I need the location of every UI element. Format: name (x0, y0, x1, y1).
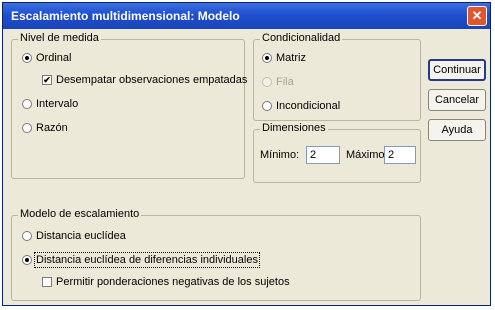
checkbox-desempatar-label: Desempatar observaciones empatadas (56, 74, 248, 86)
check-icon[interactable]: ✔ (42, 75, 52, 86)
modelo-de-escalamiento-legend: Modelo de escalamiento (18, 208, 142, 220)
radio-matriz-label: Matriz (276, 52, 306, 64)
radio-fila-indicator (262, 77, 272, 88)
condicionalidad-legend: Condicionalidad (260, 32, 343, 44)
radio-intervalo-label: Intervalo (36, 98, 79, 110)
maximo-label: Máximo: (346, 149, 388, 161)
radio-intervalo[interactable]: Intervalo (22, 98, 78, 110)
radio-incondicional[interactable]: Incondicional (262, 100, 340, 112)
checkbox-ponderaciones-negativas[interactable]: Permitir ponderaciones negativas de los … (42, 276, 290, 288)
radio-fila-label: Fila (276, 76, 294, 88)
ayuda-button[interactable]: Ayuda (428, 119, 486, 141)
radio-matriz[interactable]: Matriz (262, 52, 306, 64)
nivel-de-medida-legend: Nivel de medida (18, 32, 101, 44)
continuar-button[interactable]: Continuar (428, 59, 486, 81)
dimensiones-legend: Dimensiones (260, 122, 328, 134)
checkbox-ponderaciones-label: Permitir ponderaciones negativas de los … (56, 276, 290, 288)
radio-diferencias-indicator[interactable] (22, 255, 32, 266)
checkbox-ponderaciones-box[interactable] (42, 277, 52, 288)
radio-intervalo-indicator[interactable] (22, 99, 32, 110)
maximo-input[interactable]: 2 (384, 146, 416, 164)
radio-distancia-diferencias-individuales[interactable]: Distancia euclídea de diferencias indivi… (22, 252, 260, 268)
cancelar-button[interactable]: Cancelar (428, 89, 486, 111)
nivel-de-medida-group: Nivel de medida Ordinal ✔ Desempatar obse… (11, 32, 247, 179)
checkbox-desempatar[interactable]: ✔ Desempatar observaciones empatadas (42, 74, 247, 86)
dialog-window: Escalamiento multidimensional: Modelo ✕ … (2, 2, 491, 306)
radio-incondicional-indicator[interactable] (262, 101, 272, 112)
radio-distancia-euclidea[interactable]: Distancia euclídea (22, 230, 126, 242)
window-title: Escalamiento multidimensional: Modelo (11, 9, 240, 23)
radio-incondicional-label: Incondicional (276, 100, 341, 112)
radio-razon-label: Razón (36, 122, 68, 134)
minimo-input[interactable]: 2 (306, 146, 340, 164)
radio-ordinal-label: Ordinal (36, 52, 72, 64)
minimo-label: Mínimo: (260, 149, 300, 161)
radio-ordinal-indicator[interactable] (22, 53, 32, 64)
dimensiones-group: Dimensiones Mínimo: 2 Máximo: 2 (253, 122, 421, 183)
radio-ordinal[interactable]: Ordinal (22, 52, 71, 64)
radio-razon-indicator[interactable] (22, 123, 32, 134)
radio-razon[interactable]: Razón (22, 122, 68, 134)
radio-matriz-indicator[interactable] (262, 53, 272, 64)
radio-fila: Fila (262, 76, 294, 88)
modelo-de-escalamiento-group: Modelo de escalamiento Distancia euclíde… (11, 208, 421, 301)
radio-distancia-euclidea-label: Distancia euclídea (36, 230, 126, 242)
title-bar[interactable]: Escalamiento multidimensional: Modelo ✕ (3, 3, 490, 29)
radio-distancia-euclidea-indicator[interactable] (22, 231, 32, 242)
close-icon[interactable]: ✕ (467, 6, 487, 26)
radio-diferencias-label: Distancia euclídea de diferencias indivi… (34, 252, 260, 268)
condicionalidad-group: Condicionalidad Matriz Fila Incondiciona… (253, 32, 421, 121)
